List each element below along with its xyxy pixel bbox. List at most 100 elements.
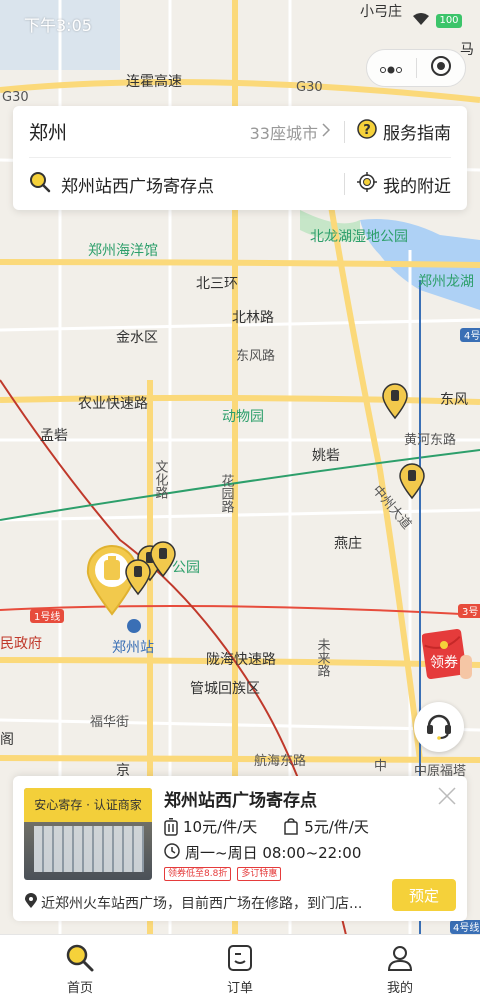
map-label: 黄河东路 [404, 432, 456, 448]
status-time: 下午3:05 [24, 16, 92, 35]
city-count-label: 33座城市 [249, 123, 318, 143]
small-price-label: 5元/件/天 [304, 818, 369, 836]
store-address: 近郑州火车站西广场，目前西广场在修路，到门店... [25, 893, 375, 913]
map-label: 中 [374, 759, 387, 774]
map-label: 1号线 [34, 610, 60, 623]
map-label: 动物园 [222, 409, 264, 425]
tab-home-label: 首页 [66, 981, 93, 996]
coupon-label: 领券 [430, 655, 458, 671]
wifi-icon [412, 12, 430, 30]
coupon-button[interactable]: 领券 [421, 625, 472, 681]
map-label: 东风 [440, 392, 468, 408]
map-label: G30 [296, 80, 323, 95]
map-label: 燕庄 [334, 535, 362, 552]
map-label: 农业快速路 [78, 396, 148, 412]
city-count-link[interactable]: 33座城市 [249, 120, 331, 144]
map-label: 郑州海洋馆 [88, 243, 158, 259]
store-front-image [34, 826, 144, 872]
map-label: 文化路 [153, 460, 169, 499]
bag-icon [283, 817, 299, 836]
map-label: 陇海快速路 [206, 652, 276, 668]
map-label: G30 [2, 90, 29, 105]
store-name: 郑州站西广场寄存点 [164, 791, 317, 811]
status-icons: 100 [412, 12, 462, 30]
large-luggage-price: 10元/件/天 [164, 816, 257, 837]
service-guide-label: 服务指南 [383, 124, 451, 144]
tab-bar: 首页 订单 我的 [0, 934, 480, 999]
nearby-button[interactable]: 我的附近 [357, 171, 451, 197]
divider [344, 120, 345, 143]
map-label: 航海东路 [254, 753, 306, 769]
large-price-label: 10元/件/天 [183, 818, 258, 836]
map-label: 北林路 [232, 310, 274, 326]
book-button[interactable]: 预定 [392, 879, 456, 911]
search-icon [29, 171, 51, 197]
customer-service-button[interactable] [414, 702, 464, 752]
map-label: 小弓庄 [360, 3, 402, 20]
nearby-label: 我的附近 [383, 176, 451, 197]
opening-hours: 周一~周日 08:00~22:00 [164, 842, 361, 863]
search-card: 郑州 33座城市 ? 服务指南 郑州站西广场寄存点 我的附近 [13, 106, 467, 210]
map-label: 郑州站 [112, 640, 154, 656]
headset-icon [424, 710, 454, 744]
close-icon[interactable] [437, 786, 457, 806]
store-photo: 安心寄存 · 认证商家 [24, 788, 152, 880]
map-label: 3号 [462, 606, 478, 618]
map-label: 北三环 [196, 276, 238, 292]
city-row: 郑州 33座城市 ? 服务指南 [29, 106, 451, 158]
map-label: 福华街 [90, 715, 129, 730]
more-button[interactable] [367, 50, 416, 86]
chevron-right-icon [322, 122, 331, 141]
more-icon [379, 59, 403, 78]
map-label: 金水区 [116, 330, 158, 346]
store-info-card[interactable]: 安心寄存 · 认证商家 郑州站西广场寄存点 10元/件/天 5元/件/天 周一~… [13, 776, 467, 921]
map-label: 4号 [464, 330, 480, 342]
suitcase-icon [164, 817, 178, 836]
battery-icon: 100 [436, 14, 462, 28]
close-miniapp-button[interactable] [417, 50, 466, 86]
map-label: 未来路 [315, 638, 331, 677]
small-luggage-price: 5元/件/天 [283, 816, 369, 837]
tab-orders[interactable]: 订单 [160, 935, 320, 999]
map-label: 北龙湖湿地公园 [310, 229, 408, 245]
map-label: 连霍高速 [126, 73, 182, 90]
address-label: 近郑州火车站西广场，目前西广场在修路，到门店... [41, 896, 363, 912]
promo-tags: 领券低至8.8折 多订特惠 [164, 867, 282, 881]
user-icon [385, 943, 415, 973]
promo-tag: 领券低至8.8折 [164, 867, 232, 881]
map-label: 东风路 [236, 348, 275, 364]
map-label: 民政府 [0, 636, 42, 652]
search-icon [65, 943, 95, 973]
tab-mine[interactable]: 我的 [320, 935, 480, 999]
search-input[interactable]: 郑州站西广场寄存点 [61, 172, 344, 197]
map-label: 4号线 [453, 921, 479, 934]
price-row: 10元/件/天 5元/件/天 [164, 816, 369, 837]
tab-home[interactable]: 首页 [0, 935, 160, 999]
hours-label: 周一~周日 08:00~22:00 [185, 844, 362, 862]
map-label: 花园路 [219, 473, 235, 513]
map-label: 孟砦 [40, 428, 68, 444]
station-icon [127, 619, 141, 633]
map-label: 姚砦 [312, 448, 340, 464]
map-label: 公园 [172, 560, 200, 576]
svg-text:?: ? [363, 123, 371, 138]
miniapp-capsule [366, 49, 466, 87]
divider [344, 173, 345, 195]
tab-mine-label: 我的 [386, 981, 413, 996]
store-banner: 安心寄存 · 认证商家 [24, 788, 152, 822]
question-icon: ? [357, 119, 377, 144]
search-row: 郑州站西广场寄存点 我的附近 [29, 158, 451, 210]
location-pin-icon [25, 893, 37, 913]
location-target-icon [357, 171, 377, 197]
order-icon [225, 943, 255, 973]
target-icon [430, 55, 452, 81]
map-label: 阁 [0, 732, 14, 748]
city-name[interactable]: 郑州 [29, 118, 250, 145]
service-guide-button[interactable]: ? 服务指南 [357, 119, 451, 144]
clock-icon [164, 842, 180, 863]
coupon-icon: 领券 [421, 628, 472, 680]
map-label: 管城回族区 [190, 681, 260, 697]
map-label: 郑州龙湖 [418, 274, 474, 290]
tab-orders-label: 订单 [226, 981, 253, 996]
promo-tag: 多订特惠 [237, 867, 282, 881]
